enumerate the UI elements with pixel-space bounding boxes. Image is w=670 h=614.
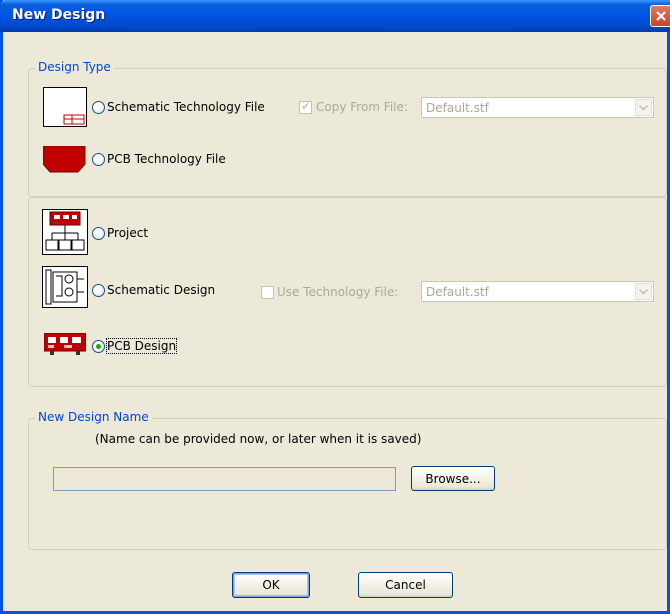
pcb-tech-file-icon xyxy=(43,146,86,173)
title-bar[interactable]: New Design xyxy=(0,0,670,32)
dropdown-arrow-icon xyxy=(639,104,648,111)
ok-button-label: OK xyxy=(262,578,280,592)
pcb-design-label[interactable]: PCB Design xyxy=(105,338,178,354)
use-tech-file-value: Default.stf xyxy=(426,285,489,299)
pcb-design-icon xyxy=(44,333,86,355)
close-icon xyxy=(656,11,666,21)
new-design-name-label: New Design Name xyxy=(35,410,152,424)
schematic-tech-file-radio[interactable] xyxy=(92,101,105,114)
schematic-design-icon xyxy=(42,266,88,308)
browse-button-label: Browse... xyxy=(425,471,481,486)
schematic-tech-file-icon xyxy=(43,87,87,127)
new-design-name-hint: (Name can be provided now, or later when… xyxy=(95,432,422,446)
use-tech-file-label[interactable]: Use Technology File: xyxy=(277,285,398,299)
close-button[interactable] xyxy=(650,5,670,27)
project-label[interactable]: Project xyxy=(107,226,148,240)
design-name-input[interactable] xyxy=(53,467,396,491)
project-radio[interactable] xyxy=(92,227,105,240)
window-title: New Design xyxy=(12,7,106,23)
copy-from-file-label[interactable]: Copy From File: xyxy=(316,100,408,114)
cancel-button-label: Cancel xyxy=(385,578,426,592)
pcb-tech-file-label[interactable]: PCB Technology File xyxy=(107,152,226,166)
cancel-button[interactable]: Cancel xyxy=(358,572,453,598)
copy-from-file-checkbox[interactable] xyxy=(299,100,312,114)
pcb-design-radio[interactable] xyxy=(92,340,105,353)
schematic-design-label[interactable]: Schematic Design xyxy=(107,283,215,297)
dropdown-arrow-icon xyxy=(639,288,648,295)
pcb-tech-file-radio[interactable] xyxy=(92,153,105,166)
design-type-group: Design Type xyxy=(28,60,667,197)
ok-button[interactable]: OK xyxy=(232,572,310,598)
schematic-tech-file-label[interactable]: Schematic Technology File xyxy=(107,100,265,114)
use-tech-file-select[interactable]: Default.stf xyxy=(421,281,654,302)
use-tech-file-dropdown-button[interactable] xyxy=(635,283,652,300)
new-design-dialog: New Design Design Type Schematic Technol… xyxy=(0,0,670,614)
copy-from-file-dropdown-button[interactable] xyxy=(635,99,652,116)
browse-button[interactable]: Browse... xyxy=(411,466,495,491)
copy-from-file-select[interactable]: Default.stf xyxy=(421,97,654,118)
schematic-design-radio[interactable] xyxy=(92,284,105,297)
project-icon xyxy=(42,209,88,255)
use-tech-file-checkbox[interactable] xyxy=(261,286,274,299)
design-type-label: Design Type xyxy=(35,60,114,74)
copy-from-file-value: Default.stf xyxy=(426,101,489,115)
